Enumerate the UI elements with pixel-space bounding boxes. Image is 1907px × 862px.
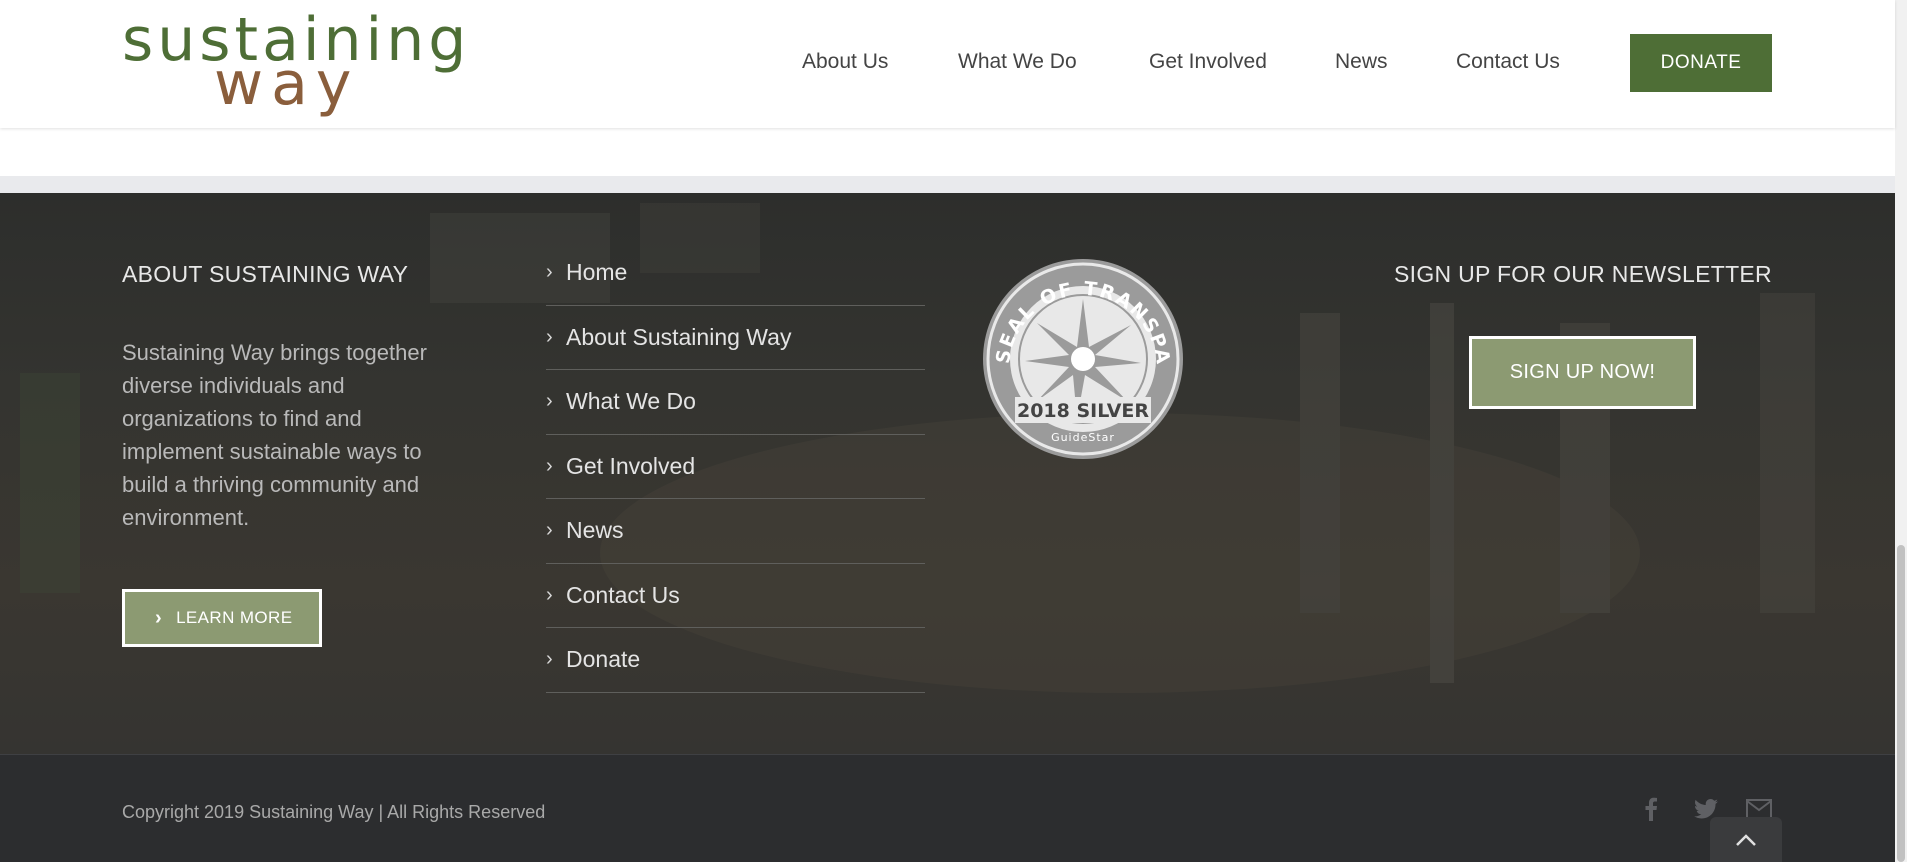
donate-button[interactable]: DONATE — [1630, 34, 1772, 92]
footer-link-label: Contact Us — [566, 581, 680, 608]
footer-link-home[interactable]: › Home — [546, 241, 925, 306]
footer-link-label: What We Do — [566, 388, 696, 415]
footer-link-what-we-do[interactable]: › What We Do — [546, 370, 925, 435]
footer-link-label: Home — [566, 259, 628, 286]
chevron-right-icon: › — [155, 606, 163, 629]
footer-link-donate[interactable]: › Donate — [546, 628, 925, 693]
about-heading: ABOUT SUSTAINING WAY — [122, 261, 409, 287]
copyright-text: Copyright 2019 Sustaining Way | All Righ… — [122, 802, 546, 822]
site-logo[interactable]: sustaining way — [122, 6, 466, 119]
footer-links: › Home › About Sustaining Way › What We Do … — [546, 241, 925, 693]
copyright-bar: Copyright 2019 Sustaining Way | All Righ… — [0, 754, 1895, 862]
angle-right-icon: › — [546, 390, 553, 413]
nav-about-us[interactable]: About Us — [802, 50, 888, 74]
guidestar-seal[interactable]: SEAL OF TRANSPARENCY 2018 SILVER GuideSt… — [981, 257, 1185, 461]
footer-link-contact[interactable]: › Contact Us — [546, 564, 925, 628]
facebook-icon[interactable] — [1637, 795, 1665, 823]
footer-link-label: News — [566, 517, 624, 544]
nav-what-we-do[interactable]: What We Do — [958, 50, 1077, 74]
section-divider — [0, 176, 1895, 193]
nav-get-involved[interactable]: Get Involved — [1149, 50, 1267, 74]
newsletter-heading: SIGN UP FOR OUR NEWSLETTER — [1394, 261, 1772, 287]
back-to-top-button[interactable] — [1710, 817, 1782, 862]
footer-link-label: Get Involved — [566, 452, 696, 479]
footer-link-label: About Sustaining Way — [566, 323, 792, 350]
angle-right-icon: › — [546, 519, 553, 542]
footer-widgets: ABOUT SUSTAINING WAY Sustaining Way brin… — [0, 193, 1895, 754]
logo-line-2: way — [214, 49, 360, 119]
angle-right-icon: › — [546, 583, 553, 606]
angle-right-icon: › — [546, 261, 553, 284]
learn-more-button[interactable]: › LEARN MORE — [122, 589, 322, 647]
learn-more-label: LEARN MORE — [176, 608, 293, 627]
seal-year-text: 2018 SILVER — [1017, 400, 1149, 422]
footer-link-get-involved[interactable]: › Get Involved — [546, 435, 925, 499]
chevron-up-icon — [1736, 834, 1756, 846]
seal-brand-text: GuideStar — [1051, 431, 1115, 444]
angle-right-icon: › — [546, 454, 553, 477]
scrollbar-thumb[interactable] — [1897, 545, 1905, 862]
nav-news[interactable]: News — [1335, 50, 1388, 74]
footer-link-about[interactable]: › About Sustaining Way — [546, 306, 925, 370]
site-header: sustaining way About Us What We Do Get I… — [0, 0, 1895, 128]
footer-link-label: Donate — [566, 646, 641, 673]
sign-up-button[interactable]: SIGN UP NOW! — [1469, 336, 1696, 409]
footer-link-news[interactable]: › News — [546, 499, 925, 564]
about-text: Sustaining Way brings together diverse i… — [122, 340, 427, 530]
angle-right-icon: › — [546, 325, 553, 348]
content-spacer — [0, 128, 1895, 176]
angle-right-icon: › — [546, 648, 553, 671]
nav-contact-us[interactable]: Contact Us — [1456, 50, 1560, 74]
